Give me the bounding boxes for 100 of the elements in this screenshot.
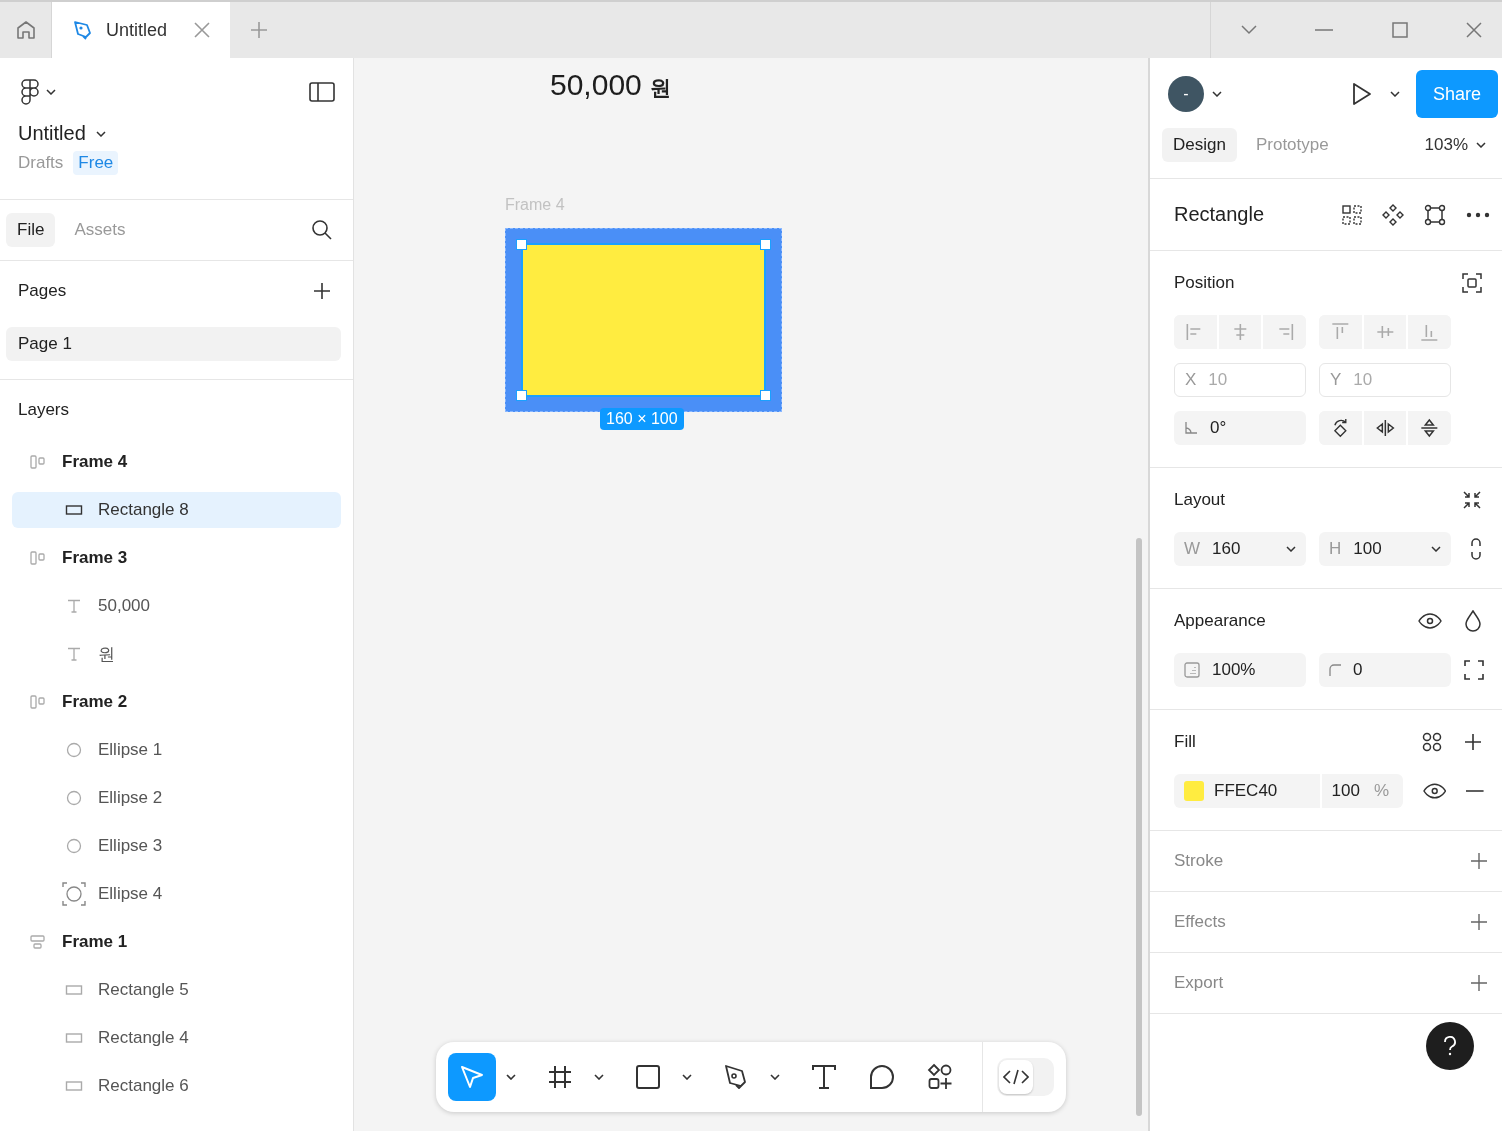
droplet-icon[interactable] xyxy=(1464,610,1482,632)
height-field[interactable]: H 100 xyxy=(1319,532,1451,566)
speech-bubble-icon xyxy=(868,1063,896,1091)
ellipse-layer-icon xyxy=(66,838,82,854)
frame-layer-icon xyxy=(29,550,47,566)
section-title[interactable]: Effects xyxy=(1174,912,1226,932)
sidebar-toggle-icon[interactable] xyxy=(309,82,335,102)
chevron-down-icon[interactable] xyxy=(682,1074,692,1080)
rectangle-layer-icon xyxy=(65,1032,83,1044)
focus-frame-icon[interactable] xyxy=(1462,273,1482,293)
chevron-down-icon[interactable] xyxy=(95,130,106,137)
fill-field[interactable]: FFEC40 100 % xyxy=(1174,774,1403,808)
layer-row[interactable]: 원 xyxy=(12,636,341,672)
eye-icon[interactable] xyxy=(1418,613,1442,629)
logo-icon[interactable] xyxy=(20,78,40,106)
search-icon[interactable] xyxy=(311,219,333,241)
play-icon[interactable] xyxy=(1352,82,1372,106)
close-icon[interactable] xyxy=(1466,22,1482,38)
layer-row[interactable]: Frame 2 xyxy=(12,684,341,720)
layer-row[interactable]: Frame 1 xyxy=(12,924,341,960)
resize-handle[interactable] xyxy=(516,239,527,250)
section-title[interactable]: Export xyxy=(1174,973,1224,993)
layer-row[interactable]: Ellipse 1 xyxy=(12,732,341,768)
chevron-down-icon[interactable] xyxy=(46,89,56,95)
section-title: Pages xyxy=(18,281,67,301)
opacity-field[interactable]: 100% xyxy=(1174,653,1306,687)
plus-icon[interactable] xyxy=(1464,733,1482,751)
vector-points-icon[interactable] xyxy=(1424,203,1446,226)
layer-row[interactable]: Frame 3 xyxy=(12,540,341,576)
layer-row[interactable]: Frame 4 xyxy=(12,444,341,480)
section-title: Position xyxy=(1174,273,1235,293)
shapes-plus-icon xyxy=(926,1063,954,1091)
chevron-down-icon[interactable] xyxy=(770,1074,780,1080)
opacity-icon xyxy=(1184,662,1200,678)
corner-radius-field[interactable]: 0 xyxy=(1319,653,1451,687)
text-tool-icon xyxy=(810,1063,838,1091)
minus-icon[interactable] xyxy=(1466,790,1484,792)
layer-row[interactable]: Ellipse 3 xyxy=(12,828,341,864)
layer-row[interactable]: Rectangle 4 xyxy=(12,1020,341,1056)
move-tool-button[interactable] xyxy=(448,1053,496,1101)
document-tab[interactable]: Untitled xyxy=(52,2,230,58)
question-mark-icon xyxy=(1443,1036,1457,1056)
frame-layer-icon xyxy=(29,694,47,710)
section-title: Layout xyxy=(1174,490,1226,510)
chevron-down-icon[interactable] xyxy=(1286,546,1296,552)
rectangle-layer-icon xyxy=(65,1080,83,1092)
section-title: Fill xyxy=(1174,732,1196,752)
chevron-down-icon[interactable] xyxy=(1476,142,1486,148)
collapse-arrows-icon[interactable] xyxy=(1462,490,1482,510)
chevron-down-icon[interactable] xyxy=(1390,91,1400,97)
panel-tab[interactable]: File xyxy=(6,213,56,247)
frame-layer-icon xyxy=(29,454,47,470)
layer-row[interactable]: Rectangle 6 xyxy=(12,1068,341,1104)
rotation-field[interactable]: 0° xyxy=(1174,411,1306,445)
panel-tab[interactable]: Design xyxy=(1162,128,1237,162)
chevron-down-icon[interactable] xyxy=(506,1074,516,1080)
resize-handle[interactable] xyxy=(516,390,527,401)
width-field[interactable]: W 160 xyxy=(1174,532,1306,566)
chevron-down-icon[interactable] xyxy=(594,1074,604,1080)
plus-icon[interactable] xyxy=(1470,913,1488,931)
layer-row[interactable]: Ellipse 4 xyxy=(12,876,341,912)
file-title[interactable]: Untitled xyxy=(18,122,86,145)
home-icon xyxy=(14,19,37,41)
plus-icon[interactable] xyxy=(313,282,331,300)
component-icon[interactable] xyxy=(1382,203,1404,226)
page-item[interactable]: Page 1 xyxy=(6,327,341,361)
amount-text: 50,000 xyxy=(550,68,642,102)
corner-radius-icon xyxy=(1329,664,1341,676)
corners-icon[interactable] xyxy=(1464,660,1484,680)
resize-handle[interactable] xyxy=(760,390,771,401)
section-title[interactable]: Stroke xyxy=(1174,851,1224,871)
ellipse-layer-icon xyxy=(66,790,82,806)
help-button[interactable] xyxy=(1426,1022,1474,1070)
unlinked-chain-icon[interactable] xyxy=(1470,537,1482,561)
ellipse-layer-icon xyxy=(66,742,82,758)
avatar[interactable]: - xyxy=(1168,76,1204,112)
dotted-grid-icon[interactable] xyxy=(1342,204,1362,225)
layer-row[interactable]: Rectangle 5 xyxy=(12,972,341,1008)
text-layer-icon xyxy=(66,598,82,614)
chevron-down-icon[interactable] xyxy=(1212,91,1222,97)
styles-icon[interactable] xyxy=(1422,732,1442,752)
eye-icon[interactable] xyxy=(1423,783,1447,799)
zoom-level[interactable]: 103% xyxy=(1424,135,1468,155)
text-layer-icon xyxy=(66,646,82,662)
dev-mode-toggle[interactable] xyxy=(996,1058,1054,1096)
plus-icon[interactable] xyxy=(1470,852,1488,870)
layer-row[interactable]: Ellipse 2 xyxy=(12,780,341,816)
scrollbar[interactable] xyxy=(1136,538,1142,1116)
plus-icon[interactable] xyxy=(1470,974,1488,992)
more-icon[interactable] xyxy=(1466,211,1490,218)
chevron-down-icon[interactable] xyxy=(1431,546,1441,552)
layer-row[interactable]: Rectangle 8 xyxy=(12,492,341,528)
section-title: Appearance xyxy=(1174,611,1266,631)
section-title: Layers xyxy=(18,400,70,420)
layer-row[interactable]: 50,000 xyxy=(12,588,341,624)
close-icon[interactable] xyxy=(194,22,210,38)
resize-handle[interactable] xyxy=(760,239,771,250)
color-swatch[interactable] xyxy=(1184,781,1204,801)
rectangle-layer-icon xyxy=(65,504,83,516)
selected-frame[interactable] xyxy=(505,228,782,412)
